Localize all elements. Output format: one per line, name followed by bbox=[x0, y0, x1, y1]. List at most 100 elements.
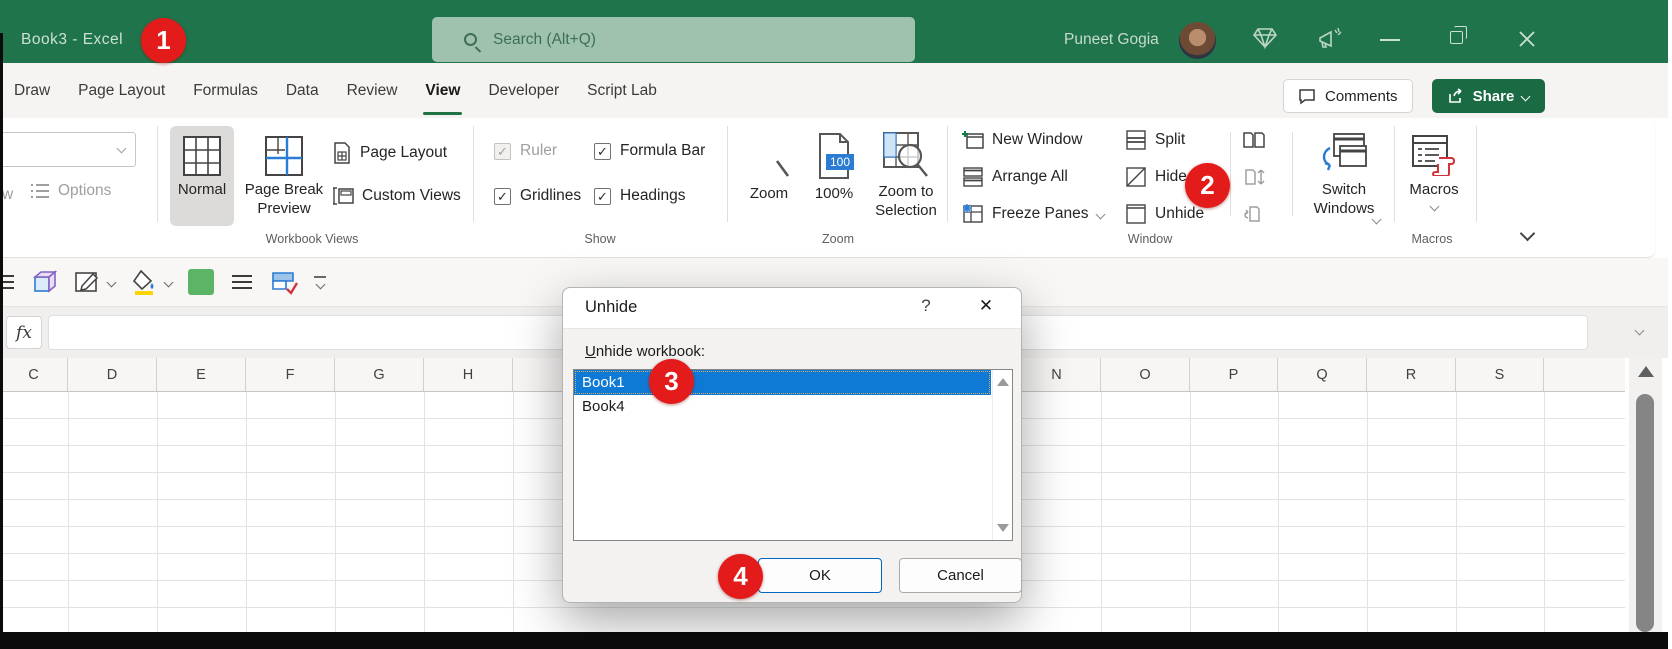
column-header[interactable]: G bbox=[335, 358, 424, 391]
delete-cells-icon[interactable] bbox=[270, 269, 298, 295]
freeze-panes-button[interactable]: Freeze Panes bbox=[962, 204, 1104, 224]
scrollbar-thumb[interactable] bbox=[1636, 394, 1654, 632]
qat-more-commands-button[interactable] bbox=[314, 276, 326, 288]
listbox-scrollbar[interactable] bbox=[992, 370, 1012, 540]
comments-button[interactable]: Comments bbox=[1283, 79, 1413, 113]
grid-line bbox=[1367, 392, 1368, 632]
ok-button[interactable]: OK bbox=[758, 558, 882, 593]
qat-more-chevron-icon bbox=[315, 280, 325, 290]
zoom-to-selection-button[interactable]: Zoom to Selection bbox=[867, 126, 945, 220]
formula-bar-expand-chevron-icon[interactable] bbox=[1635, 326, 1645, 336]
group-label-zoom: Zoom bbox=[822, 232, 854, 246]
grid-line bbox=[424, 392, 425, 632]
grid-line bbox=[68, 392, 69, 632]
column-header[interactable]: Q bbox=[1278, 358, 1367, 391]
zoom-to-selection-icon bbox=[883, 132, 929, 178]
column-header[interactable]: S bbox=[1456, 358, 1544, 391]
custom-views-button[interactable]: Custom Views bbox=[332, 186, 461, 206]
workbook-list-item[interactable]: Book4 bbox=[574, 395, 991, 419]
edit-shape-group[interactable] bbox=[74, 270, 115, 294]
borders-lines-icon[interactable] bbox=[230, 273, 254, 291]
avatar[interactable] bbox=[1179, 22, 1216, 59]
minimize-button[interactable] bbox=[1380, 39, 1400, 41]
unhide-dialog: Unhide ? ✕ Unhide workbook: Book1 Book4 … bbox=[562, 287, 1022, 603]
workbook-listbox[interactable]: Book1 Book4 bbox=[573, 369, 1013, 541]
formula-bar-check-icon: ✓ bbox=[594, 143, 611, 160]
page-break-preview-button[interactable]: Page Break Preview bbox=[240, 126, 328, 218]
column-header[interactable]: H bbox=[424, 358, 513, 391]
feedback-megaphone-icon[interactable] bbox=[1316, 26, 1344, 52]
green-color-swatch[interactable] bbox=[188, 269, 214, 295]
zoom-100-button[interactable]: 100 100% bbox=[805, 126, 863, 203]
new-window-button[interactable]: New Window bbox=[962, 130, 1082, 150]
column-header[interactable]: E bbox=[157, 358, 246, 391]
tab-draw[interactable]: Draw bbox=[0, 63, 64, 118]
search-input[interactable]: Search (Alt+Q) bbox=[432, 17, 915, 62]
column-header[interactable]: D bbox=[68, 358, 157, 391]
name-box[interactable] bbox=[0, 132, 136, 167]
restore-button[interactable] bbox=[1450, 31, 1463, 44]
fill-color-group[interactable] bbox=[131, 269, 172, 295]
group-separator bbox=[1394, 126, 1395, 222]
headings-checkbox[interactable]: ✓ Headings bbox=[594, 187, 686, 205]
column-header[interactable]: C bbox=[0, 358, 68, 391]
3d-model-cube-icon[interactable] bbox=[32, 270, 58, 294]
synchronous-scrolling-button[interactable] bbox=[1242, 167, 1266, 187]
custom-views-label: Custom Views bbox=[362, 187, 461, 205]
listbox-scroll-down-icon[interactable] bbox=[997, 524, 1009, 532]
tab-review[interactable]: Review bbox=[333, 63, 412, 118]
premium-diamond-icon[interactable] bbox=[1252, 26, 1278, 50]
close-button[interactable] bbox=[1518, 30, 1536, 48]
ruler-checkbox[interactable]: ✓ Ruler bbox=[494, 142, 557, 160]
switch-windows-icon bbox=[1320, 132, 1368, 176]
ruler-label: Ruler bbox=[520, 142, 557, 160]
page-layout-button[interactable]: Page Layout bbox=[332, 142, 447, 164]
arrange-all-button[interactable]: Arrange All bbox=[962, 167, 1068, 187]
tab-script-lab[interactable]: Script Lab bbox=[573, 63, 671, 118]
column-header[interactable]: N bbox=[1013, 358, 1101, 391]
scroll-up-arrow-icon[interactable] bbox=[1638, 366, 1654, 377]
column-header[interactable]: R bbox=[1367, 358, 1456, 391]
clipped-text-fragment: w bbox=[2, 186, 13, 204]
vertical-scrollbar[interactable] bbox=[1629, 358, 1662, 632]
unhide-button[interactable]: Unhide bbox=[1125, 204, 1204, 224]
listbox-scroll-up-icon[interactable] bbox=[997, 378, 1009, 386]
dialog-close-button[interactable]: ✕ bbox=[971, 296, 1001, 316]
split-button[interactable]: Split bbox=[1125, 130, 1185, 150]
workbook-list-item[interactable]: Book1 bbox=[574, 370, 991, 395]
collapse-ribbon-chevron-icon[interactable] bbox=[1520, 226, 1536, 242]
grid-line bbox=[157, 392, 158, 632]
switch-windows-button[interactable]: Switch Windows bbox=[1297, 126, 1391, 218]
options-button[interactable]: Options bbox=[30, 182, 111, 200]
page-layout-label: Page Layout bbox=[360, 144, 447, 162]
column-header[interactable]: O bbox=[1101, 358, 1190, 391]
zoom-button[interactable]: Zoom bbox=[737, 126, 801, 203]
cancel-button[interactable]: Cancel bbox=[899, 558, 1022, 593]
dialog-title: Unhide bbox=[585, 298, 637, 317]
insert-function-button[interactable]: fx bbox=[6, 316, 42, 349]
tab-developer[interactable]: Developer bbox=[474, 63, 573, 118]
gridlines-checkbox[interactable]: ✓ Gridlines bbox=[494, 187, 581, 205]
column-header[interactable]: F bbox=[246, 358, 335, 391]
normal-view-button[interactable]: Normal bbox=[170, 126, 234, 226]
column-header[interactable]: P bbox=[1190, 358, 1278, 391]
tab-formulas[interactable]: Formulas bbox=[179, 63, 272, 118]
user-name[interactable]: Puneet Gogia bbox=[1064, 31, 1159, 49]
tab-view[interactable]: View bbox=[411, 63, 474, 118]
macros-button[interactable]: Macros bbox=[1400, 126, 1468, 210]
group-separator bbox=[157, 126, 158, 222]
tab-page-layout[interactable]: Page Layout bbox=[64, 63, 179, 118]
step-badge-1: 1 bbox=[141, 18, 186, 63]
split-label: Split bbox=[1155, 131, 1185, 149]
headings-check-icon: ✓ bbox=[594, 188, 611, 205]
group-label-workbook-views: Workbook Views bbox=[266, 232, 359, 246]
tab-data[interactable]: Data bbox=[272, 63, 333, 118]
hide-button[interactable]: Hide bbox=[1125, 167, 1187, 187]
new-window-icon bbox=[962, 130, 984, 150]
formula-bar-checkbox[interactable]: ✓ Formula Bar bbox=[594, 142, 705, 160]
dialog-help-button[interactable]: ? bbox=[911, 296, 941, 316]
share-button[interactable]: Share bbox=[1432, 79, 1545, 113]
view-side-by-side-button[interactable] bbox=[1242, 130, 1266, 150]
dialog-title-bar[interactable]: Unhide ? ✕ bbox=[563, 288, 1021, 329]
reset-window-position-button[interactable] bbox=[1242, 204, 1266, 224]
